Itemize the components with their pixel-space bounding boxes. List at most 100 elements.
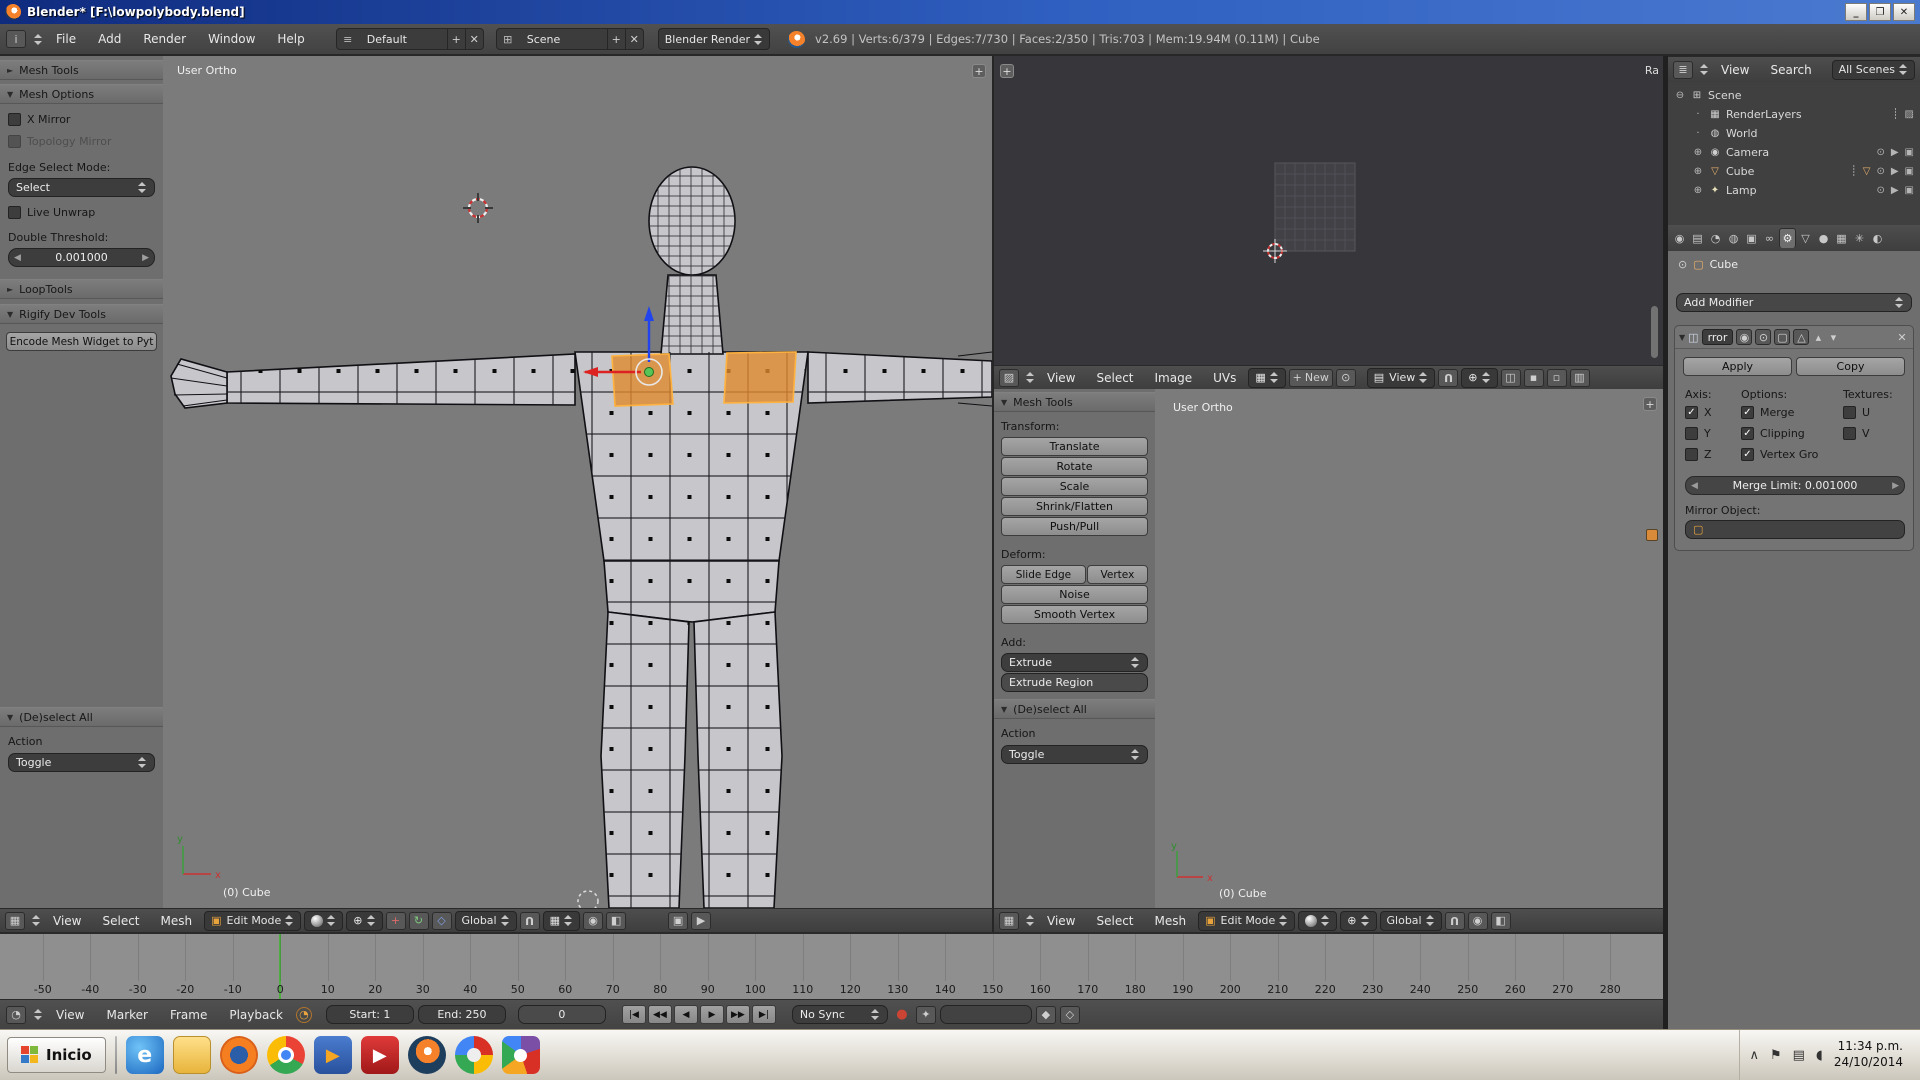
- media-player-icon[interactable]: ▶: [314, 1036, 352, 1074]
- network-icon[interactable]: ▤: [1793, 1048, 1805, 1063]
- uv-image-editor[interactable]: + Ra: [992, 56, 1663, 365]
- delete-scene-button[interactable]: ✕: [625, 29, 643, 49]
- renderable-camera-icon[interactable]: ▣: [1905, 147, 1914, 158]
- editor-type-dropdown-icon[interactable]: [34, 1009, 43, 1020]
- keying-icon-1[interactable]: ✦: [916, 1006, 936, 1024]
- vertical-scrollbar[interactable]: [1651, 306, 1658, 358]
- editor-type-3dview-icon[interactable]: ▦: [5, 912, 25, 930]
- outliner-item-camera[interactable]: ⊕ ◉ Camera ⊙▶▣: [1668, 143, 1920, 162]
- tray-expand-chevron-icon[interactable]: ∧: [1750, 1048, 1760, 1063]
- editor-type-dropdown-icon[interactable]: [32, 915, 41, 926]
- proportional-edit-icon[interactable]: ◉: [1468, 912, 1488, 930]
- volume-icon[interactable]: ◖: [1816, 1048, 1823, 1063]
- uv-draw-other-icon[interactable]: ▥: [1570, 369, 1590, 387]
- pivot-center-dropdown[interactable]: ⊕: [346, 911, 382, 931]
- menu-window[interactable]: Window: [199, 29, 264, 49]
- record-button[interactable]: ●: [892, 1006, 912, 1024]
- pivot-center-dropdown[interactable]: ⊕: [1340, 911, 1376, 931]
- x-mirror-checkbox[interactable]: X Mirror: [8, 113, 155, 126]
- view-menu[interactable]: View: [1038, 911, 1084, 931]
- chrome-icon[interactable]: [267, 1036, 305, 1074]
- timeline-playback-menu[interactable]: Playback: [220, 1005, 292, 1025]
- sync-mode-dropdown[interactable]: No Sync: [792, 1005, 888, 1024]
- insert-keyframe-icon[interactable]: ◆: [1036, 1006, 1056, 1024]
- tab-texture-icon[interactable]: ▦: [1833, 228, 1850, 248]
- visibility-eye-icon[interactable]: ⊙: [1876, 166, 1884, 177]
- snap-element-dropdown[interactable]: ▦: [543, 911, 580, 931]
- clipping-checkbox[interactable]: Clipping: [1741, 427, 1805, 440]
- menu-file[interactable]: File: [47, 29, 85, 49]
- modifier-move-up-icon[interactable]: ▴: [1812, 329, 1824, 345]
- renderable-camera-icon[interactable]: ▣: [1905, 185, 1914, 196]
- render-opengl-icon[interactable]: ▣: [668, 912, 688, 930]
- panel-looptools[interactable]: ►LoopTools: [0, 279, 163, 299]
- maximize-button[interactable]: ❐: [1869, 3, 1891, 21]
- render-engine-dropdown[interactable]: Blender Render: [658, 28, 770, 50]
- mirror-object-field[interactable]: ▢: [1685, 520, 1905, 539]
- uv-select-menu[interactable]: Select: [1087, 368, 1142, 388]
- topology-mirror-checkbox[interactable]: Topology Mirror: [8, 135, 155, 148]
- layout-browse-icon[interactable]: ≡: [337, 33, 359, 46]
- editor-type-dropdown-icon[interactable]: [1026, 372, 1035, 383]
- start-button[interactable]: Inicio: [7, 1037, 106, 1073]
- firefox-icon[interactable]: [220, 1036, 258, 1074]
- region-expand-icon[interactable]: +: [972, 64, 986, 78]
- timeline-marker-menu[interactable]: Marker: [97, 1005, 156, 1025]
- playback-button[interactable]: ▶▶: [726, 1005, 750, 1024]
- mesh-menu[interactable]: Mesh: [152, 911, 202, 931]
- viewport-3d-second[interactable]: User Ortho (0) Cube y x +: [1155, 389, 1663, 908]
- image-browse-dropdown[interactable]: ▦: [1248, 368, 1285, 388]
- edge-select-mode-dropdown[interactable]: Select: [8, 178, 155, 197]
- tab-modifiers-icon[interactable]: ⚙: [1779, 228, 1796, 248]
- close-button[interactable]: ✕: [1893, 3, 1915, 21]
- start-frame-field[interactable]: Start: 1: [326, 1005, 414, 1024]
- increment-icon[interactable]: ▶: [142, 253, 149, 263]
- limit-selection-icon[interactable]: ◧: [1491, 912, 1511, 930]
- push-pull-button[interactable]: Push/Pull: [1001, 517, 1148, 536]
- modifier-realtime-toggle-icon[interactable]: ⊙: [1755, 329, 1771, 345]
- keying-set-field[interactable]: [940, 1005, 1032, 1024]
- outliner-view-menu[interactable]: View: [1712, 60, 1758, 80]
- uv-view-menu[interactable]: View: [1038, 368, 1084, 388]
- axis-z-checkbox[interactable]: Z: [1685, 448, 1712, 461]
- render-opengl-anim-icon[interactable]: ▶: [691, 912, 711, 930]
- viewport-shading-dropdown[interactable]: [1298, 911, 1337, 931]
- collapse-icon[interactable]: ▼: [1679, 333, 1685, 342]
- panel-deselect-all[interactable]: ▼(De)select All: [0, 707, 163, 727]
- axis-y-checkbox[interactable]: Y: [1685, 427, 1711, 440]
- outliner-item-renderlayers[interactable]: · ▦ RenderLayers ┊▨: [1668, 105, 1920, 124]
- proportional-edit-icon[interactable]: ◉: [583, 912, 603, 930]
- apply-button[interactable]: Apply: [1683, 357, 1792, 376]
- tab-physics-icon[interactable]: ◐: [1869, 228, 1886, 248]
- scale-button[interactable]: Scale: [1001, 477, 1148, 496]
- uv-image-menu[interactable]: Image: [1146, 368, 1202, 388]
- tray-clock[interactable]: 11:34 p.m. 24/10/2014: [1834, 1039, 1903, 1070]
- selectable-arrow-icon[interactable]: ▶: [1891, 185, 1899, 196]
- panel-mesh-tools[interactable]: ►Mesh Tools: [0, 60, 163, 80]
- delete-keyframe-icon[interactable]: ◇: [1060, 1006, 1080, 1024]
- transform-orientation-dropdown[interactable]: Global: [1380, 911, 1442, 931]
- editor-type-info-icon[interactable]: i: [6, 30, 26, 48]
- live-unwrap-checkbox[interactable]: Live Unwrap: [8, 206, 155, 219]
- internet-explorer-icon[interactable]: e: [126, 1036, 164, 1074]
- select-menu[interactable]: Select: [1087, 911, 1142, 931]
- modifier-editmode-toggle-icon[interactable]: ▢: [1774, 329, 1790, 345]
- playback-button[interactable]: ▶|: [752, 1005, 776, 1024]
- modifier-name-field[interactable]: rror: [1702, 329, 1734, 345]
- select-menu[interactable]: Select: [93, 911, 148, 931]
- vertex-groups-checkbox[interactable]: Vertex Gro: [1741, 448, 1818, 461]
- collapse-icon[interactable]: ⊖: [1674, 90, 1686, 101]
- translate-button[interactable]: Translate: [1001, 437, 1148, 456]
- browser-pinwheel-icon[interactable]: [455, 1036, 493, 1074]
- end-frame-field[interactable]: End: 250: [418, 1005, 506, 1024]
- menu-help[interactable]: Help: [268, 29, 313, 49]
- editor-type-dropdown-icon[interactable]: [1700, 64, 1709, 75]
- editor-type-dropdown-icon[interactable]: [34, 34, 43, 45]
- expand-icon[interactable]: ⊕: [1692, 147, 1704, 158]
- panel-rigify-dev-tools[interactable]: ▼Rigify Dev Tools: [0, 304, 163, 324]
- red-player-icon[interactable]: ▶: [361, 1036, 399, 1074]
- delete-layout-button[interactable]: ✕: [465, 29, 483, 49]
- outliner-search-menu[interactable]: Search: [1761, 60, 1820, 80]
- encode-mesh-widget-button[interactable]: Encode Mesh Widget to Pyt: [6, 332, 157, 351]
- add-layout-button[interactable]: +: [447, 29, 465, 49]
